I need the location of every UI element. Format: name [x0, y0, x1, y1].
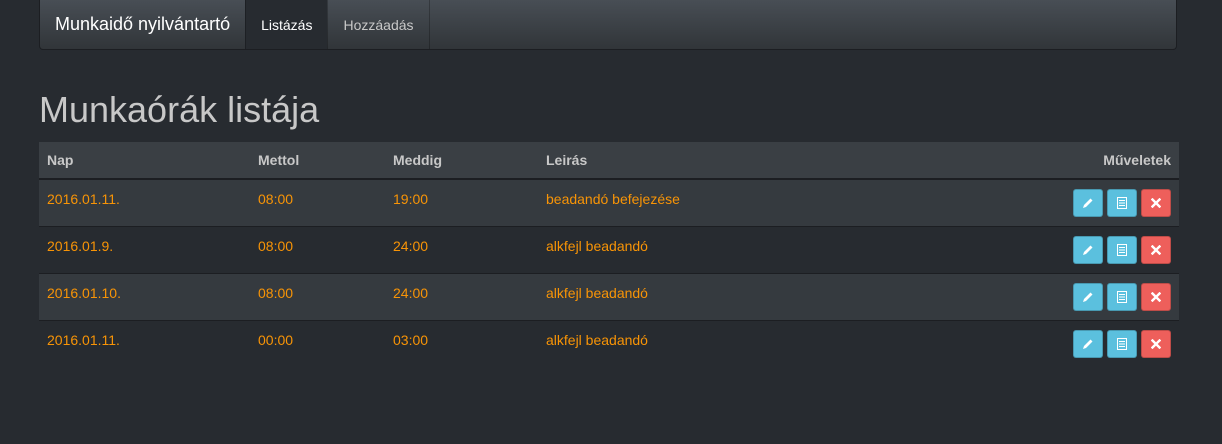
- cell-leiras: beadandó befejezése: [538, 178, 958, 226]
- column-header-muveletek: Műveletek: [958, 142, 1179, 180]
- cell-leiras: alkfejl beadandó: [538, 225, 958, 273]
- cell-mettol: 08:00: [250, 272, 385, 320]
- details-button[interactable]: [1107, 189, 1137, 217]
- cell-mettol: 08:00: [250, 225, 385, 273]
- cell-nap: 2016.01.9.: [39, 225, 250, 273]
- remove-icon: [1151, 338, 1161, 349]
- remove-icon: [1151, 244, 1161, 255]
- column-header-nap: Nap: [39, 142, 250, 180]
- nav-item-hozzaadas[interactable]: Hozzáadás: [327, 0, 430, 49]
- navbar-brand[interactable]: Munkaidő nyilvántartó: [40, 0, 245, 49]
- cell-actions: [958, 178, 1179, 226]
- list-icon: [1117, 197, 1127, 209]
- edit-button[interactable]: [1073, 329, 1103, 358]
- cell-mettol: 08:00: [250, 178, 385, 226]
- cell-meddig: 24:00: [385, 225, 538, 273]
- cell-actions: [958, 272, 1179, 320]
- delete-button[interactable]: [1141, 282, 1171, 311]
- cell-mettol: 00:00: [250, 319, 385, 367]
- table-row: 2016.01.11. 00:00 03:00 alkfejl beadandó: [39, 319, 1179, 367]
- table-body: 2016.01.11. 08:00 19:00 beadandó befejez…: [39, 178, 1179, 367]
- remove-icon: [1151, 198, 1161, 208]
- navbar: Munkaidő nyilvántartó Listázás Hozzáadás: [39, 0, 1177, 50]
- pencil-icon: [1083, 245, 1093, 255]
- edit-button[interactable]: [1073, 189, 1103, 217]
- pencil-icon: [1083, 339, 1093, 349]
- pencil-icon: [1083, 292, 1093, 302]
- delete-button[interactable]: [1141, 189, 1171, 217]
- column-header-mettol: Mettol: [250, 142, 385, 180]
- remove-icon: [1151, 291, 1161, 302]
- cell-nap: 2016.01.11.: [39, 319, 250, 367]
- cell-actions: [958, 319, 1179, 367]
- worktime-table: Nap Mettol Meddig Leirás Műveletek 2016.…: [39, 142, 1179, 367]
- page-title: Munkaórák listája: [39, 89, 320, 130]
- edit-button[interactable]: [1073, 235, 1103, 264]
- details-button[interactable]: [1107, 282, 1137, 311]
- delete-button[interactable]: [1141, 235, 1171, 264]
- edit-button[interactable]: [1073, 282, 1103, 311]
- cell-meddig: 24:00: [385, 272, 538, 320]
- details-button[interactable]: [1107, 329, 1137, 358]
- pencil-icon: [1083, 198, 1093, 208]
- column-header-meddig: Meddig: [385, 142, 538, 180]
- cell-actions: [958, 225, 1179, 273]
- nav-item-listazas[interactable]: Listázás: [245, 0, 328, 49]
- list-icon: [1117, 243, 1127, 256]
- table-header: Nap Mettol Meddig Leirás Műveletek: [39, 142, 1179, 180]
- cell-leiras: alkfejl beadandó: [538, 319, 958, 367]
- cell-nap: 2016.01.10.: [39, 272, 250, 320]
- cell-meddig: 19:00: [385, 178, 538, 226]
- cell-nap: 2016.01.11.: [39, 178, 250, 226]
- table-row: 2016.01.10. 08:00 24:00 alkfejl beadandó: [39, 272, 1179, 320]
- column-header-leiras: Leirás: [538, 142, 958, 180]
- cell-meddig: 03:00: [385, 319, 538, 367]
- table-row: 2016.01.9. 08:00 24:00 alkfejl beadandó: [39, 225, 1179, 273]
- list-icon: [1117, 337, 1127, 350]
- details-button[interactable]: [1107, 235, 1137, 264]
- delete-button[interactable]: [1141, 329, 1171, 358]
- table-row: 2016.01.11. 08:00 19:00 beadandó befejez…: [39, 178, 1179, 226]
- cell-leiras: alkfejl beadandó: [538, 272, 958, 320]
- list-icon: [1117, 290, 1127, 303]
